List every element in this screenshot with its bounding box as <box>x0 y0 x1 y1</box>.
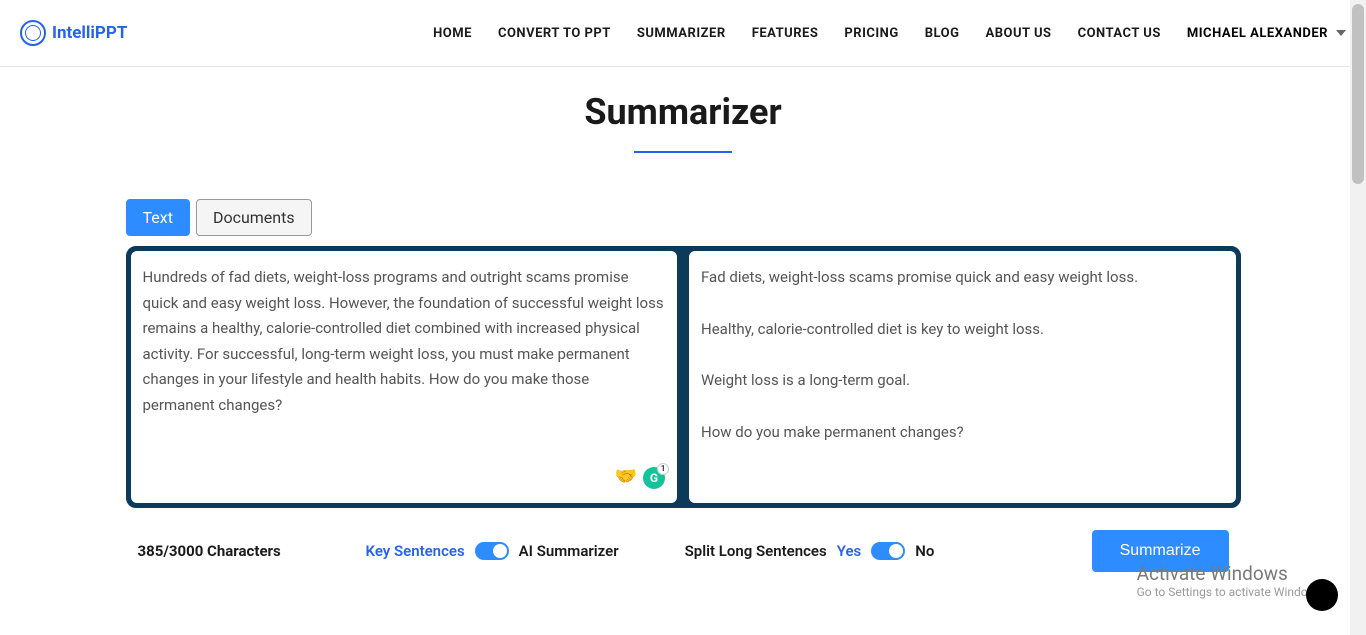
summary-line: How do you make permanent changes? <box>701 420 1224 446</box>
summary-line: Weight loss is a long-term goal. <box>701 368 1224 394</box>
page-scrollbar[interactable] <box>1350 0 1366 635</box>
summary-line: Healthy, calorie-controlled diet is key … <box>701 317 1224 343</box>
grammarly-badge: 1 <box>657 463 669 475</box>
summary-output: Fad diets, weight-loss scams promise qui… <box>701 265 1224 445</box>
chevron-down-icon <box>1336 30 1346 36</box>
split-sentences-toggle-group: Split Long Sentences Yes No <box>685 542 935 560</box>
input-tabs: Text Documents <box>126 199 1241 236</box>
panes-wrapper: 🤝 G 1 Fad diets, weight-loss scams promi… <box>126 246 1241 508</box>
activate-subtitle: Go to Settings to activate Windows. <box>1137 585 1326 599</box>
input-textarea[interactable] <box>143 265 666 489</box>
nav-features[interactable]: FEATURES <box>752 26 819 41</box>
output-pane: Fad diets, weight-loss scams promise qui… <box>689 251 1236 503</box>
input-pane: 🤝 G 1 <box>131 251 678 503</box>
grammarly-icon[interactable]: G 1 <box>643 467 665 489</box>
activate-title: Activate Windows <box>1137 562 1326 585</box>
tab-text[interactable]: Text <box>126 199 190 236</box>
split-long-label: Split Long Sentences <box>685 542 827 560</box>
split-yes-label: Yes <box>837 542 862 560</box>
logo-icon <box>20 20 46 46</box>
key-sentences-label: Key Sentences <box>366 542 465 560</box>
main-nav: HOME CONVERT TO PPT SUMMARIZER FEATURES … <box>433 26 1346 41</box>
scrollbar-thumb[interactable] <box>1352 4 1364 184</box>
nav-summarizer[interactable]: SUMMARIZER <box>637 26 726 41</box>
nav-convert[interactable]: CONVERT TO PPT <box>498 26 611 41</box>
title-underline <box>634 151 732 153</box>
summary-line: Fad diets, weight-loss scams promise qui… <box>701 265 1224 291</box>
ai-summarizer-label: AI Summarizer <box>519 542 619 560</box>
controls-bar: 385/3000 Characters Key Sentences AI Sum… <box>126 530 1241 572</box>
header: IntelliPPT HOME CONVERT TO PPT SUMMARIZE… <box>0 0 1366 67</box>
user-name: MICHAEL ALEXANDER <box>1187 26 1328 41</box>
handshake-icon[interactable]: 🤝 <box>615 462 637 493</box>
nav-home[interactable]: HOME <box>433 26 472 41</box>
mode-toggle[interactable] <box>475 542 509 560</box>
floating-action-button[interactable] <box>1306 579 1338 611</box>
logo[interactable]: IntelliPPT <box>20 20 127 46</box>
user-dropdown[interactable]: MICHAEL ALEXANDER <box>1187 26 1346 41</box>
char-count: 385/3000 Characters <box>138 542 366 560</box>
nav-contact[interactable]: CONTACT US <box>1078 26 1161 41</box>
input-icons: 🤝 G 1 <box>615 462 665 493</box>
nav-about[interactable]: ABOUT US <box>985 26 1051 41</box>
page-title: Summarizer <box>0 91 1366 133</box>
summarizer-container: Text Documents 🤝 G 1 Fad diets, weight-l… <box>126 199 1241 572</box>
nav-pricing[interactable]: PRICING <box>844 26 898 41</box>
tab-documents[interactable]: Documents <box>196 199 312 236</box>
summarizer-mode-toggle-group: Key Sentences AI Summarizer <box>366 542 619 560</box>
brand-name: IntelliPPT <box>52 23 127 43</box>
split-no-label: No <box>915 542 934 560</box>
windows-activate-overlay: Activate Windows Go to Settings to activ… <box>1137 562 1326 599</box>
split-toggle[interactable] <box>871 542 905 560</box>
nav-blog[interactable]: BLOG <box>925 26 960 41</box>
main-content: Summarizer Text Documents 🤝 G 1 Fad diet… <box>0 67 1366 572</box>
